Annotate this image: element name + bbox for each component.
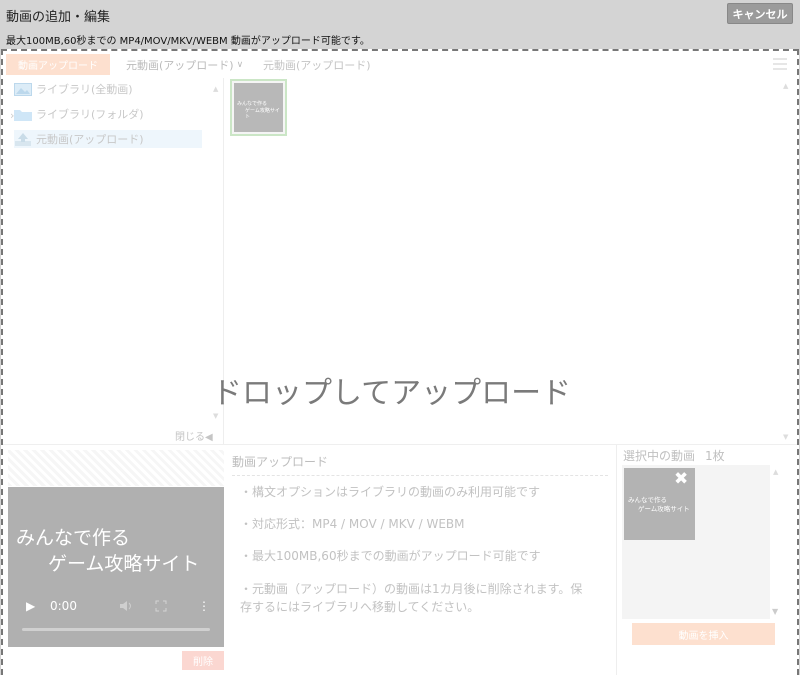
source-select-value: 元動画(アップロード) [126, 58, 234, 72]
preview-header [8, 450, 224, 486]
sidebar-item-original-upload[interactable]: 元動画(アップロード) [14, 130, 202, 148]
play-icon[interactable]: ▶ [26, 599, 35, 613]
selected-videos-title: 選択中の動画 1枚 [623, 447, 725, 464]
scroll-down-icon[interactable]: ▼ [783, 433, 788, 441]
folder-icon [14, 109, 32, 121]
media-dialog: 動画の追加・編集 キャンセル 最大100MB,60秒までの MP4/MOV/MK… [0, 0, 800, 675]
sidebar-item-label: ライブラリ(フォルダ) [36, 108, 144, 121]
scroll-up-icon[interactable]: ▲ [773, 468, 778, 476]
upload-icon [15, 132, 31, 146]
upload-tab[interactable]: 動画アップロード [6, 54, 110, 75]
image-icon [14, 82, 32, 96]
sidebar-item-label: 元動画(アップロード) [36, 133, 144, 146]
sidebar-item-library-folder[interactable]: ライブラリ(フォルダ) [14, 105, 144, 123]
volume-icon[interactable] [119, 600, 133, 612]
dialog-title: 動画の追加・編集 [6, 10, 111, 25]
fullscreen-icon[interactable] [155, 600, 167, 612]
source-select[interactable]: 元動画(アップロード) ∨ [121, 54, 253, 75]
more-options-icon[interactable]: ⋮ [198, 599, 210, 613]
video-thumbnail-image: みんなで作る ゲーム攻略サイト [234, 83, 283, 132]
sidebar-item-library-all[interactable]: ライブラリ(全動画) [14, 80, 133, 98]
remove-icon[interactable]: ✖ [674, 469, 688, 489]
info-title: 動画アップロード [232, 450, 608, 476]
video-thumbnail-selected[interactable]: みんなで作る ゲーム攻略サイト [230, 79, 287, 136]
info-line: ・構文オプションはライブラリの動画のみ利用可能です [240, 485, 541, 499]
preview-caption: ゲーム攻略サイト [48, 553, 200, 575]
preview-caption: みんなで作る [16, 527, 131, 549]
video-preview-player[interactable]: みんなで作る ゲーム攻略サイト ▶ 0:00 ⋮ [8, 487, 224, 647]
breadcrumb: 元動画(アップロード) [263, 58, 371, 72]
delete-button[interactable]: 削除 [182, 651, 224, 670]
thumb-caption: ゲーム攻略サイト [245, 107, 280, 121]
info-line: 存するにはライブラリへ移動してください。 [240, 600, 480, 614]
info-line: ・最大100MB,60秒までの動画がアップロード可能です [240, 549, 541, 563]
insert-video-button[interactable]: 動画を挿入 [632, 623, 775, 645]
chevron-down-icon: ∨ [236, 59, 244, 70]
cancel-button[interactable]: キャンセル [727, 3, 793, 24]
scroll-down-icon[interactable]: ▼ [213, 412, 218, 420]
info-line: ・対応形式：MP4 / MOV / MKV / WEBM [240, 517, 465, 531]
scroll-up-icon[interactable]: ▲ [783, 82, 788, 90]
scroll-down-icon[interactable]: ▼ [772, 607, 778, 616]
close-sidebar-link[interactable]: 閉じる◀ [175, 428, 213, 443]
menu-icon[interactable] [773, 58, 787, 70]
thumb-caption: みんなで作る [628, 496, 667, 504]
thumb-caption: ゲーム攻略サイト [638, 504, 690, 513]
info-line: ・元動画（アップロード）の動画は1カ月後に削除されます。保 [240, 582, 583, 596]
upload-info-panel: 動画アップロード [232, 450, 608, 476]
selected-count: 1枚 [705, 449, 725, 463]
drop-to-upload-text: ドロップしてアップロード [212, 376, 572, 411]
upload-limit-note: 最大100MB,60秒までの MP4/MOV/MKV/WEBM 動画がアップロー… [6, 36, 370, 47]
sidebar-item-label: ライブラリ(全動画) [36, 83, 133, 96]
scroll-up-icon[interactable]: ▲ [213, 85, 218, 93]
video-time: 0:00 [50, 599, 77, 613]
selected-title-label: 選択中の動画 [623, 449, 696, 463]
video-progress-bar[interactable] [22, 628, 210, 631]
